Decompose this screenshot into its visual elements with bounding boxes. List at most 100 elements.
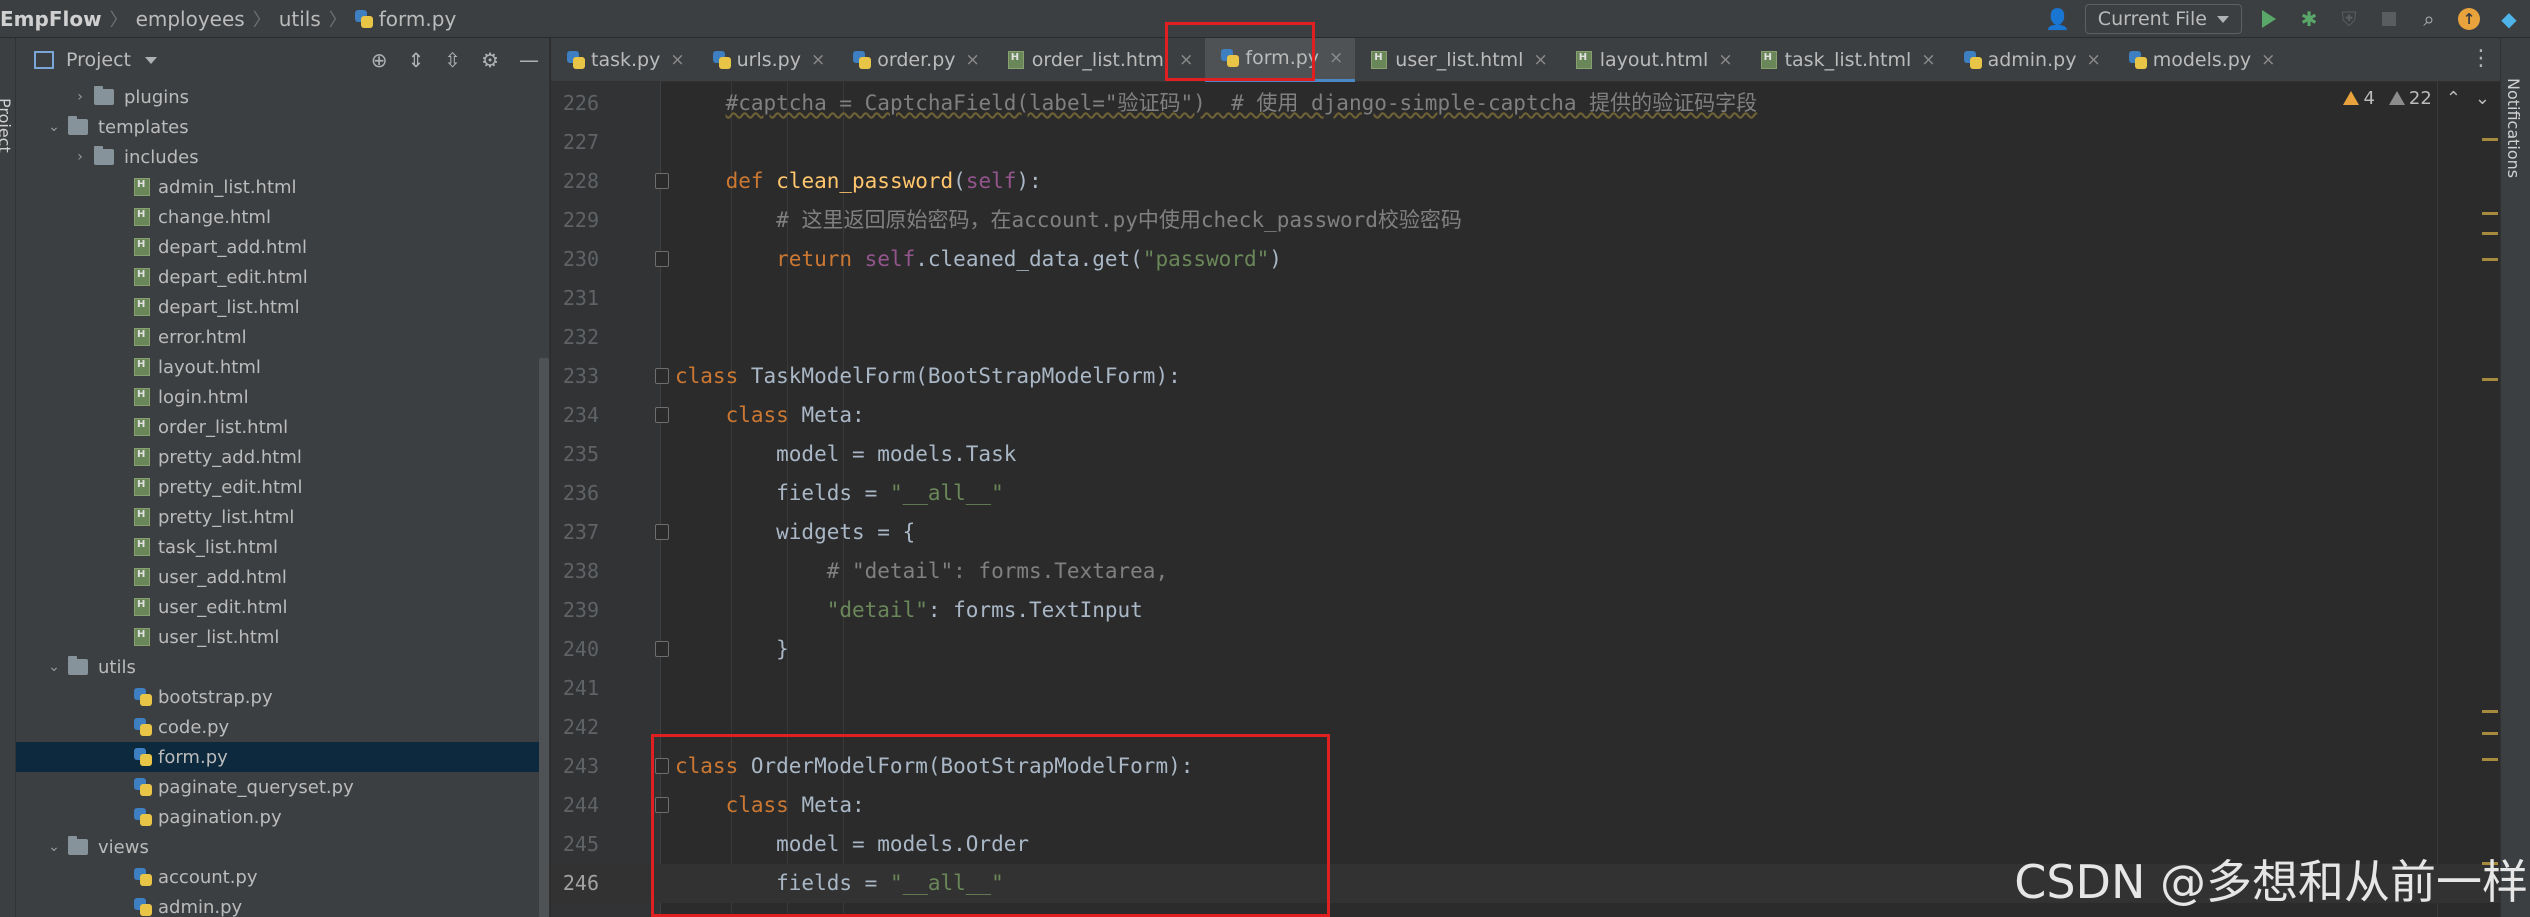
close-icon[interactable]: × [1718,50,1732,70]
stop-button[interactable] [2376,6,2402,32]
expand-all-icon[interactable]: ⇕ [408,48,425,72]
tree-folder[interactable]: › includes [16,142,549,172]
chevron-down-icon[interactable]: ⌄ [46,839,62,855]
tree-file[interactable]: bootstrap.py [16,682,549,712]
tree-file[interactable]: pretty_add.html [16,442,549,472]
error-stripe-marker[interactable] [2482,758,2498,761]
run-button[interactable] [2256,6,2282,32]
editor-tab[interactable]: layout.html × [1560,38,1745,82]
code-line[interactable]: 229 # 这里返回原始密码，在account.py中使用check_passw… [551,201,2500,240]
tree-file[interactable]: pretty_edit.html [16,472,549,502]
close-icon[interactable]: × [1533,50,1547,70]
close-icon[interactable]: × [811,50,825,70]
code-line[interactable]: 235 model = models.Task [551,435,2500,474]
code-line[interactable]: 230 return self.cleaned_data.get("passwo… [551,240,2500,279]
tree-folder[interactable]: › plugins [16,82,549,112]
close-icon[interactable]: × [1179,50,1193,70]
project-panel-title[interactable]: Project [66,49,131,71]
chevron-right-icon[interactable]: › [72,89,88,105]
code-line[interactable]: 243 class OrderModelForm(BootStrapModelFo… [551,747,2500,786]
editor-tab[interactable]: user_list.html × [1355,38,1559,82]
code-editor[interactable]: 226 #captcha = CaptchaField(label="验证码")… [551,82,2500,917]
minimize-icon[interactable]: — [519,48,539,72]
tree-file[interactable]: change.html [16,202,549,232]
tree-file[interactable]: pagination.py [16,802,549,832]
fold-marker-icon[interactable] [655,251,669,267]
fold-marker-icon[interactable] [655,758,669,774]
error-stripe-marker[interactable] [2482,138,2498,141]
tree-folder[interactable]: ⌄ utils [16,652,549,682]
code-line[interactable]: 232 [551,318,2500,357]
fold-marker-icon[interactable] [655,524,669,540]
tree-file[interactable]: admin_list.html [16,172,549,202]
project-scrollbar[interactable] [539,358,549,917]
tree-file[interactable]: depart_edit.html [16,262,549,292]
tree-file[interactable]: form.py [16,742,549,772]
tree-folder[interactable]: ⌄ views [16,832,549,862]
weak-warnings-count[interactable]: 22 [2388,88,2432,109]
breadcrumb-utils[interactable]: utils [279,7,321,31]
editor-tab[interactable]: task_list.html × [1745,38,1948,82]
tree-file[interactable]: account.py [16,862,549,892]
warnings-count[interactable]: 4 [2343,88,2375,109]
close-icon[interactable]: × [1921,50,1935,70]
fold-marker-icon[interactable] [655,407,669,423]
close-icon[interactable]: × [2261,50,2275,70]
chevron-down-icon[interactable]: ⌄ [46,659,62,675]
editor-tab[interactable]: admin.py × [1948,38,2113,82]
editor-tab[interactable]: models.py × [2113,38,2288,82]
user-icon[interactable]: 👤 [2045,6,2071,32]
collapse-all-icon[interactable]: ⇳ [444,48,461,72]
search-button[interactable]: ⌕ [2416,6,2442,32]
error-stripe-marker[interactable] [2482,232,2498,235]
error-stripe-marker[interactable] [2482,212,2498,215]
editor-tab[interactable]: order.py × [837,38,992,82]
tree-file[interactable]: pretty_list.html [16,502,549,532]
breadcrumb-employees[interactable]: employees [136,7,245,31]
close-icon[interactable]: × [966,50,980,70]
run-configuration-select[interactable]: Current File [2084,4,2242,34]
tree-file[interactable]: error.html [16,322,549,352]
close-icon[interactable]: × [1329,48,1343,68]
error-stripe-marker[interactable] [2482,732,2498,735]
fold-marker-icon[interactable] [655,641,669,657]
code-line[interactable]: 244 class Meta: [551,786,2500,825]
chevron-up-icon[interactable]: ⌃ [2446,88,2461,109]
code-line[interactable]: 242 [551,708,2500,747]
tree-file[interactable]: paginate_queryset.py [16,772,549,802]
tree-file[interactable]: user_edit.html [16,592,549,622]
inspection-widget[interactable]: 4 22 ⌃ ⌄ [2343,88,2490,109]
code-line[interactable]: 226 #captcha = CaptchaField(label="验证码")… [551,84,2500,123]
close-icon[interactable]: × [2086,50,2100,70]
code-line[interactable]: 240 } [551,630,2500,669]
jetbrains-logo-icon[interactable]: ◆ [2496,6,2522,32]
debug-button[interactable]: ✱ [2296,6,2322,32]
tree-file[interactable]: admin.py [16,892,549,917]
error-stripe-marker[interactable] [2482,710,2498,713]
chevron-down-icon[interactable] [145,56,158,64]
code-line[interactable]: 237 widgets = { [551,513,2500,552]
breadcrumb-project[interactable]: EmpFlow [0,7,102,31]
tree-file[interactable]: login.html [16,382,549,412]
code-line[interactable]: 228 def clean_password(self): [551,162,2500,201]
code-line[interactable]: 239 "detail": forms.TextInput [551,591,2500,630]
code-line[interactable]: 231 [551,279,2500,318]
code-line[interactable]: 227 [551,123,2500,162]
breadcrumb-file[interactable]: form.py [379,7,457,31]
error-stripe-marker[interactable] [2482,378,2498,381]
tree-file[interactable]: user_add.html [16,562,549,592]
code-line[interactable]: 241 [551,669,2500,708]
fold-marker-icon[interactable] [655,797,669,813]
chevron-down-icon[interactable]: ⌄ [46,119,62,135]
tree-file[interactable]: layout.html [16,352,549,382]
notifications-button[interactable]: Notifications [2504,78,2523,178]
error-stripe-marker[interactable] [2482,258,2498,261]
code-line[interactable]: 233 class TaskModelForm(BootStrapModelFor… [551,357,2500,396]
tree-file[interactable]: depart_list.html [16,292,549,322]
fold-marker-icon[interactable] [655,173,669,189]
fold-marker-icon[interactable] [655,368,669,384]
tree-file[interactable]: code.py [16,712,549,742]
tree-file[interactable]: order_list.html [16,412,549,442]
editor-tab[interactable]: order_list.html × [992,38,1206,82]
coverage-button[interactable]: ⛨ [2336,6,2362,32]
